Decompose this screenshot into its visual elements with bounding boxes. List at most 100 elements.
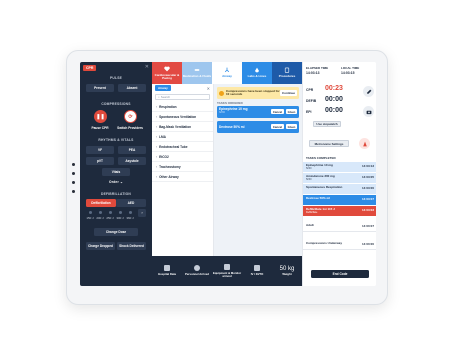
elapsed-time-value: 14:03:13 [306,71,320,75]
energy-dot[interactable] [119,211,122,214]
category-tabs: Cardiovascular & Pacing Medication & Flu… [152,62,302,84]
tab-procedures[interactable]: Procedures [272,62,302,84]
change-dose-button[interactable]: Change Dose [94,228,138,236]
completed-task: Epinephrine 10 mg IV/IO 14:03:13 [303,162,376,172]
aed-toggle[interactable]: AED [116,199,146,207]
metronome-icon[interactable] [359,138,370,149]
completed-time: 14:03:07 [361,197,374,201]
list-item[interactable]: Other Airway [152,172,213,182]
edit-icon[interactable] [363,86,374,97]
epi-timer: 00:00 [325,107,343,114]
warning-icon [219,90,224,96]
lungs-icon [224,67,230,73]
bottom-label: IV / IO/TO [250,272,264,277]
list-item[interactable]: Respiration [152,102,213,112]
hospital-icon [164,265,170,272]
list-item[interactable]: LMA [152,132,213,142]
asystole-button[interactable]: Asystole [118,157,146,165]
completed-time: 14:00:07 [361,224,374,228]
given-button[interactable]: Given [286,124,297,129]
defib-title: DEFIBRILLATION [100,192,132,196]
weight-button[interactable]: 50 kg Weight [272,256,302,286]
timer-label: CPR [306,88,314,92]
local-time-value: 14:03:15 [341,71,355,75]
list-item[interactable]: EtCO2 [152,152,213,162]
list-item[interactable]: Bag-Mask Ventilation [152,122,213,132]
completed-task: Defibrillate 1st 115 J Defibrillate 14:0… [303,206,376,216]
bottom-label: Equipment & Monitor arrived [212,270,242,278]
clipboard-icon [284,67,290,74]
energy-dot[interactable] [99,211,102,214]
stopwatch-button[interactable]: Use stopwatch [313,121,341,127]
bottom-label: Personnel Arrived [185,272,209,277]
order-dropdown[interactable]: Order ⌄ [80,180,152,184]
energy-label: 300 J [116,216,124,220]
pause-cpr-label: Pause CPR [91,126,109,130]
energy-label: 200 J [96,216,104,220]
left-panel: CPR ✕ PULSE Present Absent COMPRESSIONS … [80,62,152,286]
list-item[interactable]: Spontaneous Ventilation [152,112,213,122]
list-item[interactable]: Endotracheal Tube [152,142,213,152]
search-icon: ⌕ [158,95,160,99]
energy-dot[interactable] [89,211,92,214]
tablet-bezel-dots [72,163,76,199]
timer-label: EPI [306,110,312,114]
compressions-alert-banner: Compressions have been stopped for 10 se… [217,87,299,99]
tab-label: Procedures [278,74,296,79]
metronome-button[interactable]: Metronome Settings [309,140,349,147]
monitor-icon [224,263,230,270]
charge-dropped-button[interactable]: Charge Dropped [86,242,115,250]
chevron-right-icon[interactable]: › [138,209,146,217]
tab-airway[interactable]: Airway [212,62,242,84]
pulse-present-button[interactable]: Present [86,84,114,92]
tasks-completed-title: TASKS COMPLETED [306,156,336,160]
pulse-absent-button[interactable]: Absent [118,84,146,92]
pvt-button[interactable]: pVT [86,157,114,165]
switch-icon[interactable]: ⟳ [124,110,137,123]
list-item[interactable]: Tracheostomy [152,162,213,172]
energy-dot[interactable] [129,211,132,214]
tasks-ordered-title: TASKS ORDERED [217,101,243,105]
banner-text: Compressions have been stopped for 10 se… [226,88,280,96]
close-icon[interactable]: ✕ [207,86,210,91]
cancel-button[interactable]: Cancel [271,109,284,114]
search-input[interactable]: ⌕ Search [155,94,210,100]
airway-chip: Airway [155,85,171,91]
tab-medication[interactable]: Medication & Fluids [182,62,212,84]
completed-task: Amiodarone 300 mg IV/IO 14:03:05 [303,173,376,183]
continue-button[interactable]: Continue [280,90,297,96]
iv-button[interactable]: IV / IO/TO [242,256,272,286]
hospital-data-button[interactable]: Hospital Data [152,256,182,286]
shock-delivered-button[interactable]: Shock Delivered [117,242,146,250]
completed-time: 14:03:03 [361,208,374,212]
bottom-label: Weight [282,272,292,277]
local-time-label: LOCAL TIME [341,66,360,70]
given-button[interactable]: Given [286,109,297,114]
equipment-button[interactable]: Equipment & Monitor arrived [212,256,242,286]
camera-icon[interactable] [363,106,374,117]
defibrillation-toggle[interactable]: Defibrillation [86,199,116,207]
tab-cardiovascular[interactable]: Cardiovascular & Pacing [152,62,182,84]
completed-task: Adult 14:00:07 [303,222,376,232]
tab-label: Labs & Lines [247,74,267,79]
tab-label: Cardiovascular & Pacing [154,72,180,80]
person-icon [194,265,200,272]
completed-time: 14:03:05 [361,175,374,179]
energy-dot[interactable] [109,211,112,214]
personnel-button[interactable]: Personnel Arrived [182,256,212,286]
tab-labs[interactable]: Labs & Lines [242,62,272,84]
close-icon[interactable]: ✕ [145,64,149,70]
cpr-tag: CPR [83,65,97,71]
cancel-button[interactable]: Cancel [271,124,284,129]
order-label: Order [108,180,119,184]
completed-task: Dextrose 50% ml 14:03:07 [303,195,376,205]
task-card: Dextrose 50% ml Cancel Given [217,121,299,133]
pill-icon [194,69,200,72]
vitals-button[interactable]: Vitals [102,168,130,176]
app-screen: CPR ✕ PULSE Present Absent COMPRESSIONS … [80,62,376,286]
vf-button[interactable]: VF [86,146,114,154]
pea-button[interactable]: PEA [118,146,146,154]
pause-icon[interactable]: ❚❚ [94,110,107,123]
end-code-button[interactable]: End Code [311,270,369,278]
completed-time: 14:03:00 [361,186,374,190]
